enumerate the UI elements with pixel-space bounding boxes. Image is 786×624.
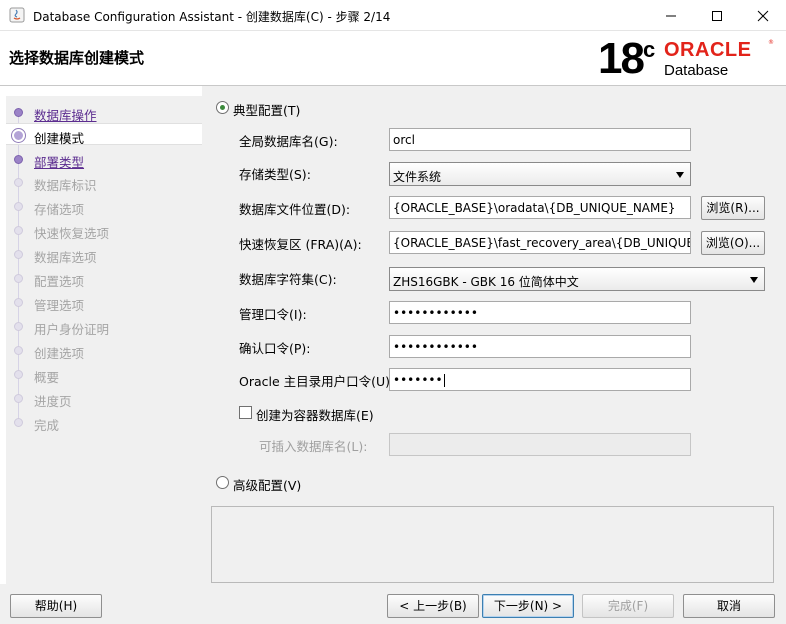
fra-label: 快速恢复区 (FRA)(A):	[239, 237, 362, 252]
db-file-location-input[interactable]: {ORACLE_BASE}\oradata\{DB_UNIQUE_NAME}	[389, 196, 691, 219]
back-button[interactable]: < 上一步(B)	[387, 594, 479, 618]
step-item: 数据库选项	[6, 243, 202, 265]
steps-panel: 数据库操作创建模式部署类型数据库标识存储选项快速恢复选项 数据库选项配置选项管理选…	[6, 96, 202, 584]
storage-type-value: 文件系统	[393, 170, 442, 184]
java-app-icon	[9, 7, 25, 23]
advanced-config-radio[interactable]	[216, 476, 229, 489]
step-marker-icon	[14, 108, 23, 117]
finish-button[interactable]: 完成(F)	[582, 594, 674, 618]
step-item: 用户身份证明	[6, 315, 202, 337]
main-panel: 典型配置(T) 全局数据库名(G): orcl 存储类型(S): 文件系统 数据…	[202, 86, 786, 584]
storage-type-label: 存储类型(S):	[239, 167, 311, 182]
window-title: Database Configuration Assistant - 创建数据库…	[33, 10, 391, 24]
page-title: 选择数据库创建模式	[9, 49, 145, 67]
close-icon	[757, 10, 769, 22]
confirm-password-input[interactable]: ••••••••••••	[389, 335, 691, 358]
step-marker-icon	[14, 322, 23, 331]
storage-type-select[interactable]: 文件系统	[389, 162, 691, 186]
maximize-button[interactable]	[694, 0, 740, 31]
step-label[interactable]: 部署类型	[34, 152, 84, 171]
next-button[interactable]: 下一步(N) >	[482, 594, 574, 618]
text-caret	[443, 374, 445, 387]
step-item: 进度页	[6, 387, 202, 409]
charset-value: ZHS16GBK - GBK 16 位简体中文	[393, 275, 579, 289]
charset-select[interactable]: ZHS16GBK - GBK 16 位简体中文	[389, 267, 765, 291]
maximize-icon	[712, 11, 722, 21]
container-db-label[interactable]: 创建为容器数据库(E)	[256, 405, 374, 424]
fra-location-input[interactable]: {ORACLE_BASE}\fast_recovery_area\{DB_UNI…	[389, 231, 691, 254]
step-label: 概要	[34, 370, 60, 385]
step-label[interactable]: 数据库操作	[34, 105, 97, 124]
step-item: 创建模式	[6, 123, 202, 146]
step-item[interactable]: 数据库操作	[6, 101, 202, 123]
oracle-home-password-input[interactable]: •••••••	[389, 368, 691, 391]
oracle-18c-logo: 18 c ORACLE ® Database	[598, 34, 774, 83]
step-marker-icon	[14, 178, 23, 187]
step-item: 完成	[6, 411, 202, 433]
step-item: 概要	[6, 363, 202, 385]
step-marker-icon	[14, 274, 23, 283]
global-db-name-input[interactable]: orcl	[389, 128, 691, 151]
step-item[interactable]: 部署类型	[6, 148, 202, 170]
step-marker-icon	[14, 202, 23, 211]
step-marker-icon	[14, 394, 23, 403]
charset-label: 数据库字符集(C):	[239, 272, 337, 287]
step-label: 配置选项	[34, 274, 85, 289]
step-label: 用户身份证明	[34, 322, 110, 337]
minimize-button[interactable]	[648, 0, 694, 31]
db-file-location-label: 数据库文件位置(D):	[239, 202, 351, 217]
step-item: 快速恢复选项	[6, 219, 202, 241]
browse-r-button[interactable]: 浏览(R)...	[701, 196, 765, 220]
browse-o-button[interactable]: 浏览(O)...	[701, 231, 765, 255]
step-marker-icon	[14, 370, 23, 379]
step-label: 数据库标识	[34, 178, 97, 193]
admin-password-label: 管理口令(I):	[239, 307, 307, 322]
global-db-name-label: 全局数据库名(G):	[239, 134, 338, 149]
title-bar: Database Configuration Assistant - 创建数据库…	[0, 0, 786, 31]
typical-config-radio[interactable]	[216, 101, 229, 114]
step-item: 数据库标识	[6, 171, 202, 193]
step-label: 数据库选项	[34, 250, 97, 265]
step-marker-icon	[12, 129, 25, 142]
step-label: 创建模式	[34, 131, 85, 146]
help-button[interactable]: 帮助(H)	[10, 594, 102, 618]
cancel-button[interactable]: 取消	[683, 594, 775, 618]
step-marker-icon	[14, 250, 23, 259]
minimize-icon	[666, 15, 676, 17]
advanced-config-label[interactable]: 高级配置(V)	[233, 475, 301, 494]
step-marker-icon	[14, 346, 23, 355]
header-banner: 选择数据库创建模式 18 c ORACLE ® Database	[0, 31, 786, 86]
typical-config-label[interactable]: 典型配置(T)	[233, 100, 300, 119]
step-label: 完成	[34, 418, 60, 433]
step-item: 创建选项	[6, 339, 202, 361]
step-marker-icon	[14, 298, 23, 307]
pdb-name-label: 可插入数据库名(L):	[259, 439, 368, 454]
message-area	[211, 506, 774, 583]
pdb-name-input[interactable]	[389, 433, 691, 456]
step-item: 管理选项	[6, 291, 202, 313]
step-label: 创建选项	[34, 346, 85, 361]
oracle-home-password-label: Oracle 主目录用户口令(U):	[239, 374, 395, 389]
confirm-password-label: 确认口令(P):	[239, 341, 311, 356]
step-item: 配置选项	[6, 267, 202, 289]
close-button[interactable]	[740, 0, 786, 31]
step-item: 存储选项	[6, 195, 202, 217]
dropdown-arrow-icon	[676, 172, 684, 178]
step-label: 进度页	[34, 394, 72, 409]
step-marker-icon	[14, 155, 23, 164]
admin-password-input[interactable]: ••••••••••••	[389, 301, 691, 324]
container-db-checkbox[interactable]	[239, 406, 252, 419]
step-label: 快速恢复选项	[34, 226, 110, 241]
step-marker-icon	[14, 226, 23, 235]
step-label: 存储选项	[34, 202, 85, 217]
step-label: 管理选项	[34, 298, 85, 313]
dropdown-arrow-icon	[750, 277, 758, 283]
step-marker-icon	[14, 418, 23, 427]
footer-bar: 帮助(H) < 上一步(B) 下一步(N) > 完成(F) 取消	[0, 584, 786, 624]
